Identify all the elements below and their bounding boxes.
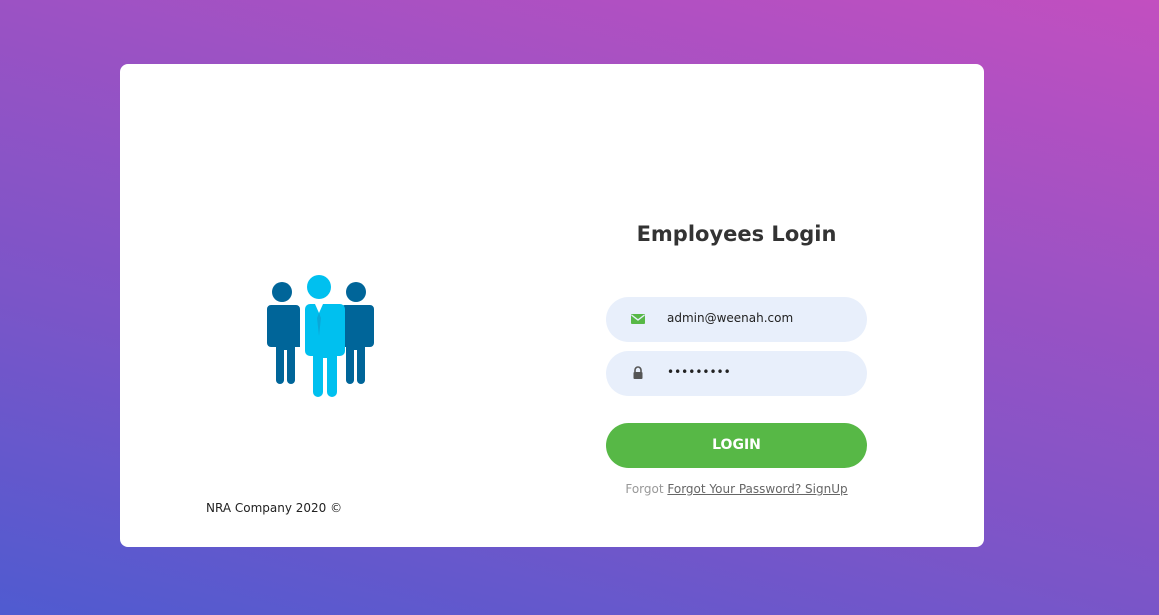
password-value: ••••••••• bbox=[667, 365, 731, 379]
login-card: NRA Company 2020 © Employees Login admin… bbox=[120, 64, 984, 547]
email-value: admin@weenah.com bbox=[667, 311, 794, 325]
employees-group-icon bbox=[263, 274, 375, 398]
forgot-links: Forgot Forgot Your Password? SignUp bbox=[606, 482, 867, 496]
password-field[interactable]: ••••••••• bbox=[606, 351, 867, 396]
email-field[interactable]: admin@weenah.com bbox=[606, 297, 867, 342]
lock-icon bbox=[630, 365, 646, 381]
forgot-password-signup-link[interactable]: Forgot Your Password? SignUp bbox=[667, 482, 847, 496]
forgot-prefix: Forgot bbox=[625, 482, 664, 496]
envelope-icon bbox=[630, 311, 646, 327]
login-button[interactable]: LOGIN bbox=[606, 423, 867, 468]
page-title: Employees Login bbox=[636, 222, 837, 246]
copyright-text: NRA Company 2020 © bbox=[206, 501, 343, 515]
